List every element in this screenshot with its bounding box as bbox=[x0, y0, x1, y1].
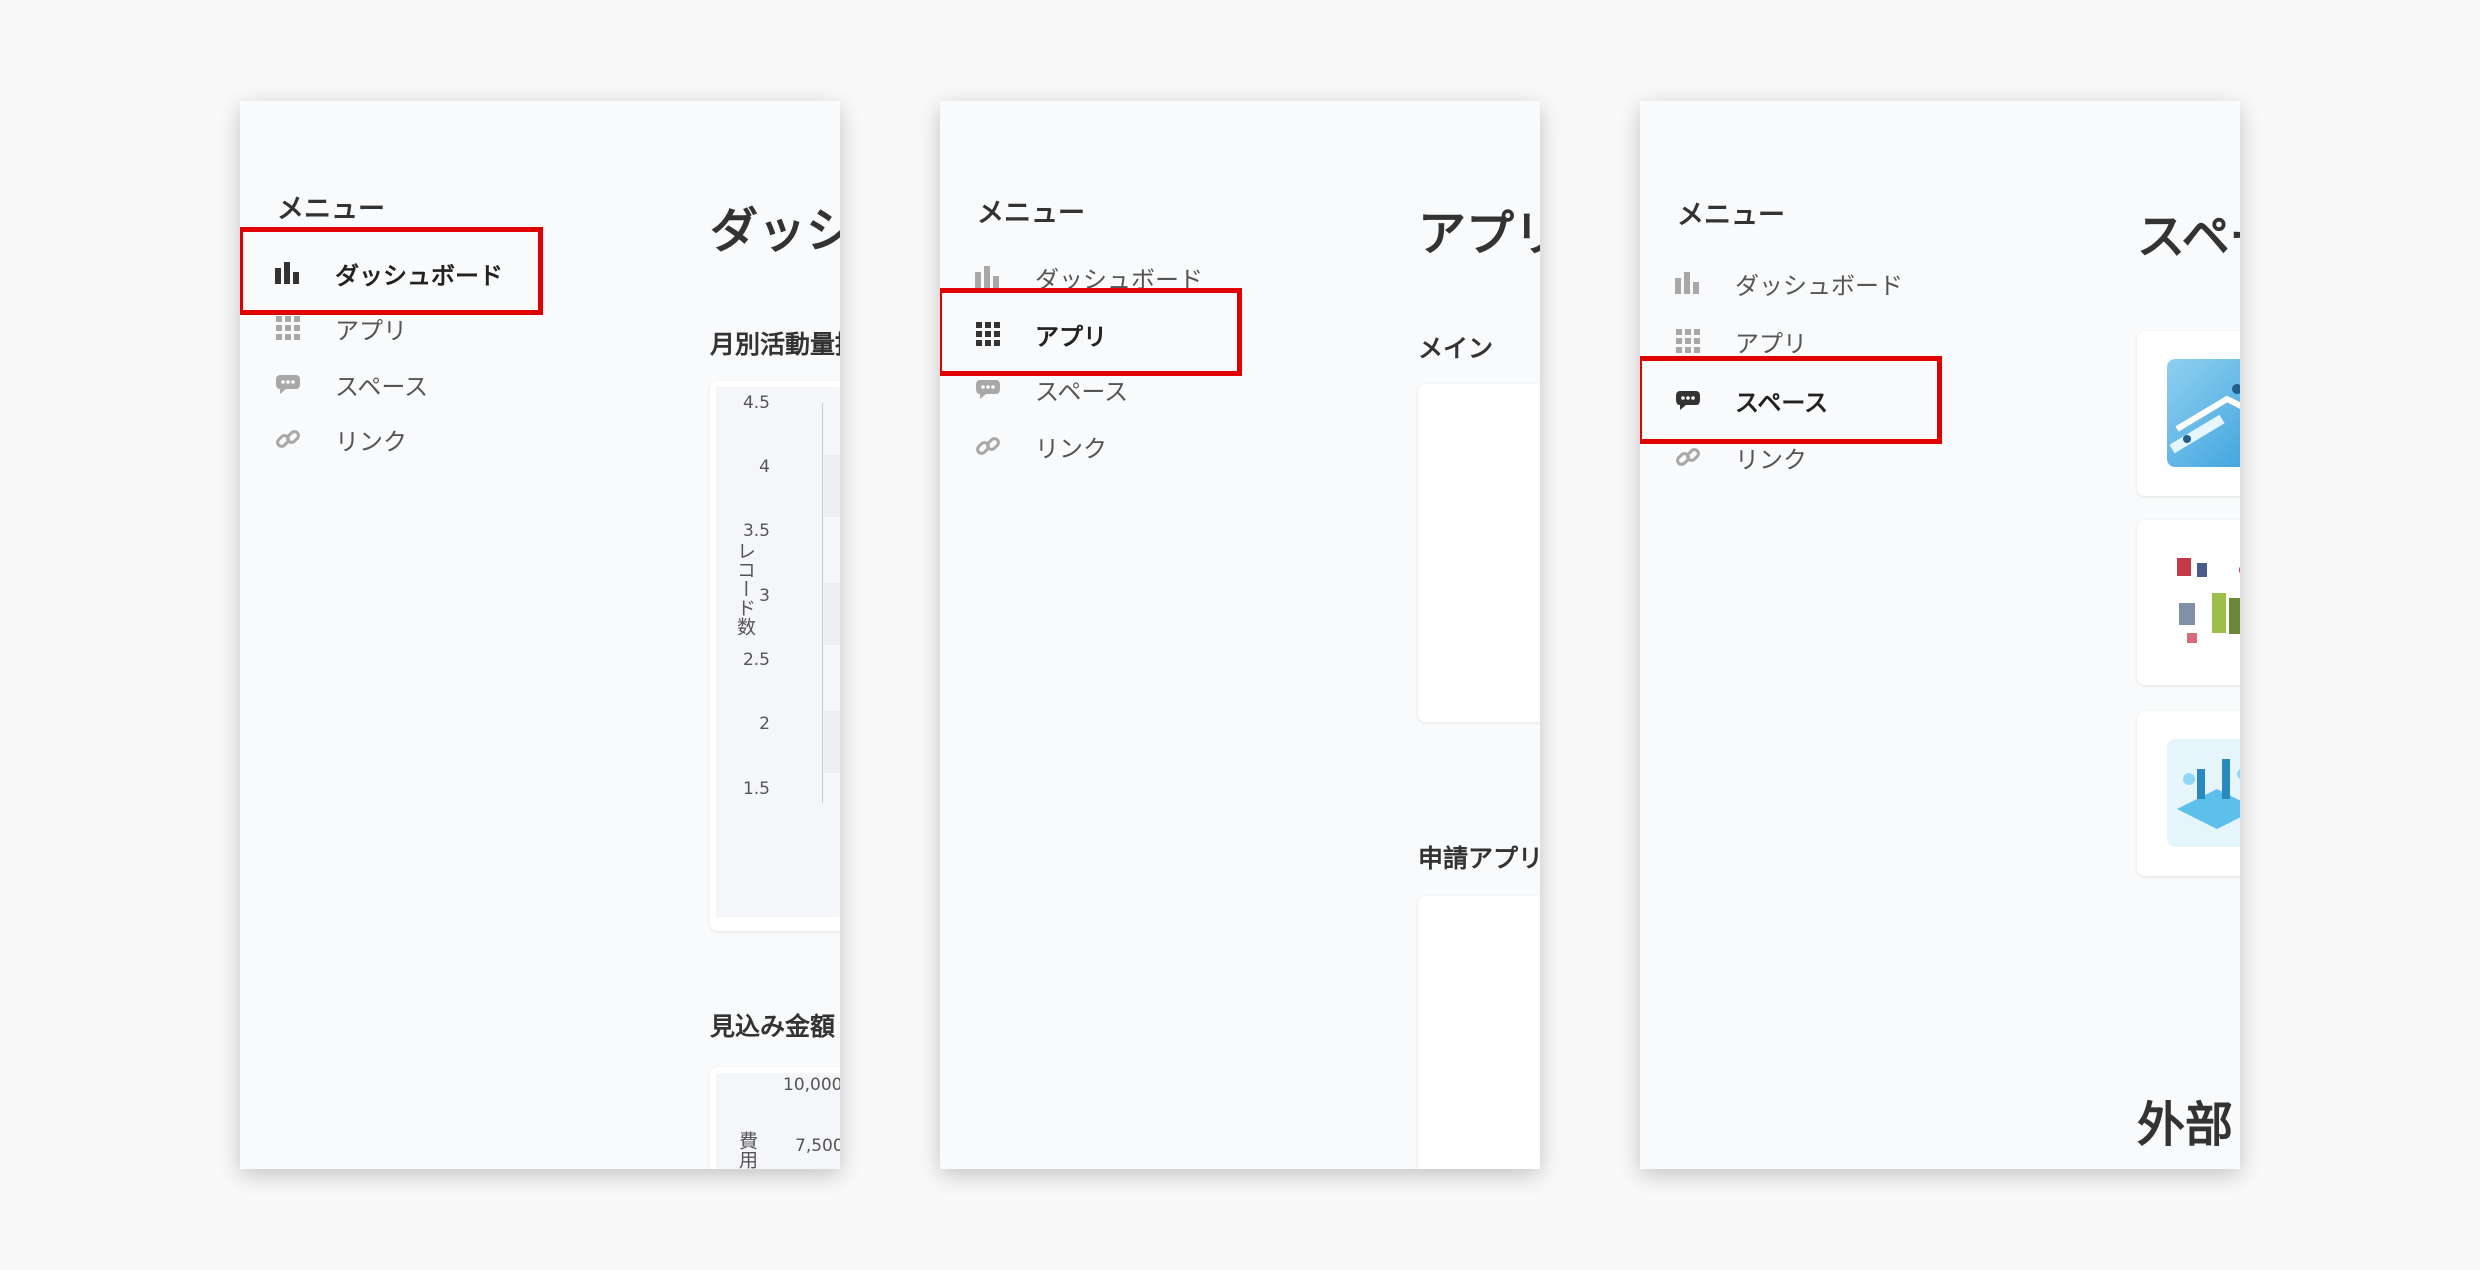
sidebar-item-label: スペース bbox=[1035, 377, 1129, 406]
y-tick: 2.5 bbox=[742, 650, 770, 670]
y-axis-line bbox=[822, 403, 823, 803]
request-apps-card bbox=[1418, 896, 1540, 1169]
menu-title: メニュー bbox=[1677, 200, 1785, 231]
page-title: スペー bbox=[2137, 209, 2240, 265]
page-title: ダッシ bbox=[710, 203, 840, 259]
sidebar-item-label: ダッシュボード bbox=[1735, 271, 1903, 300]
chart-bar bbox=[824, 583, 840, 645]
screenshot-panel-spaces: メニュー ダッシュボード アプリ スペース リンク スペー bbox=[1640, 101, 2240, 1169]
link-icon bbox=[1673, 442, 1703, 472]
sidebar-item-apps[interactable]: アプリ bbox=[1673, 321, 1807, 361]
grid-icon bbox=[273, 313, 303, 343]
y-tick: 3.5 bbox=[742, 521, 770, 541]
screenshot-panel-dashboard: メニュー ダッシュボード アプリ スペース リンク ダッシ 月別活動量推 レコー… bbox=[240, 101, 840, 1169]
sidebar-item-label: リンク bbox=[1035, 434, 1107, 463]
link-icon bbox=[273, 424, 303, 454]
sidebar-item-label: アプリ bbox=[335, 316, 407, 345]
screenshot-panel-apps: メニュー ダッシュボード アプリ スペース リンク アプリ メイン 申請アプリ bbox=[940, 101, 1540, 1169]
grid-icon bbox=[1673, 326, 1703, 356]
selection-highlight bbox=[240, 227, 543, 315]
y-tick: 4.5 bbox=[742, 393, 770, 413]
chat-bubble-icon bbox=[973, 374, 1003, 404]
section-title-request: 申請アプリ bbox=[1418, 844, 1540, 873]
y-tick: 4 bbox=[759, 457, 770, 477]
section-title-external: 外部 bbox=[2137, 1097, 2234, 1153]
bar-chart-icon bbox=[1673, 268, 1703, 298]
sidebar-item-label: スペース bbox=[335, 372, 429, 401]
sidebar-item-label: リンク bbox=[1735, 445, 1807, 474]
y-tick: 7,500,( bbox=[795, 1136, 840, 1156]
sidebar-item-spaces[interactable]: スペース bbox=[273, 364, 428, 404]
sidebar-item-dashboard[interactable]: ダッシュボード bbox=[1673, 263, 1903, 303]
sidebar-item-links[interactable]: リンク bbox=[973, 426, 1107, 466]
sidebar-item-links[interactable]: リンク bbox=[273, 419, 407, 459]
main-apps-card bbox=[1418, 384, 1540, 722]
section-title-main: メイン bbox=[1418, 334, 1494, 363]
selection-highlight bbox=[940, 288, 1242, 376]
sidebar-item-label: リンク bbox=[335, 427, 407, 456]
space-card[interactable] bbox=[2137, 711, 2240, 876]
space-thumbnail bbox=[2167, 739, 2240, 847]
page-title: アプリ bbox=[1418, 206, 1540, 262]
y-axis-label: 費用) bbox=[736, 1131, 758, 1169]
space-card[interactable] bbox=[2137, 520, 2240, 685]
space-thumbnail bbox=[2167, 548, 2240, 656]
amount-chart-card: 10,000,( 7,500,( 費用) bbox=[710, 1067, 840, 1169]
chart-bar bbox=[824, 455, 840, 517]
menu-title: メニュー bbox=[977, 198, 1085, 229]
menu-title: メニュー bbox=[277, 194, 385, 225]
chart-bar bbox=[824, 711, 840, 773]
link-icon bbox=[973, 431, 1003, 461]
y-tick: 10,000,( bbox=[783, 1075, 840, 1095]
sidebar-item-label: アプリ bbox=[1735, 329, 1807, 358]
y-tick: 1.5 bbox=[742, 779, 770, 799]
space-card[interactable] bbox=[2137, 331, 2240, 496]
activity-chart-card: レコード数 4.5 4 3.5 3 2.5 2 1.5 bbox=[710, 381, 840, 931]
section-title-activity: 月別活動量推 bbox=[710, 330, 840, 359]
y-tick: 2 bbox=[759, 714, 770, 734]
section-title-amount: 見込み金額 bbox=[710, 1012, 836, 1041]
selection-highlight bbox=[1640, 356, 1942, 444]
chat-bubble-icon bbox=[273, 369, 303, 399]
y-tick: 3 bbox=[759, 586, 770, 606]
space-thumbnail bbox=[2167, 359, 2240, 467]
